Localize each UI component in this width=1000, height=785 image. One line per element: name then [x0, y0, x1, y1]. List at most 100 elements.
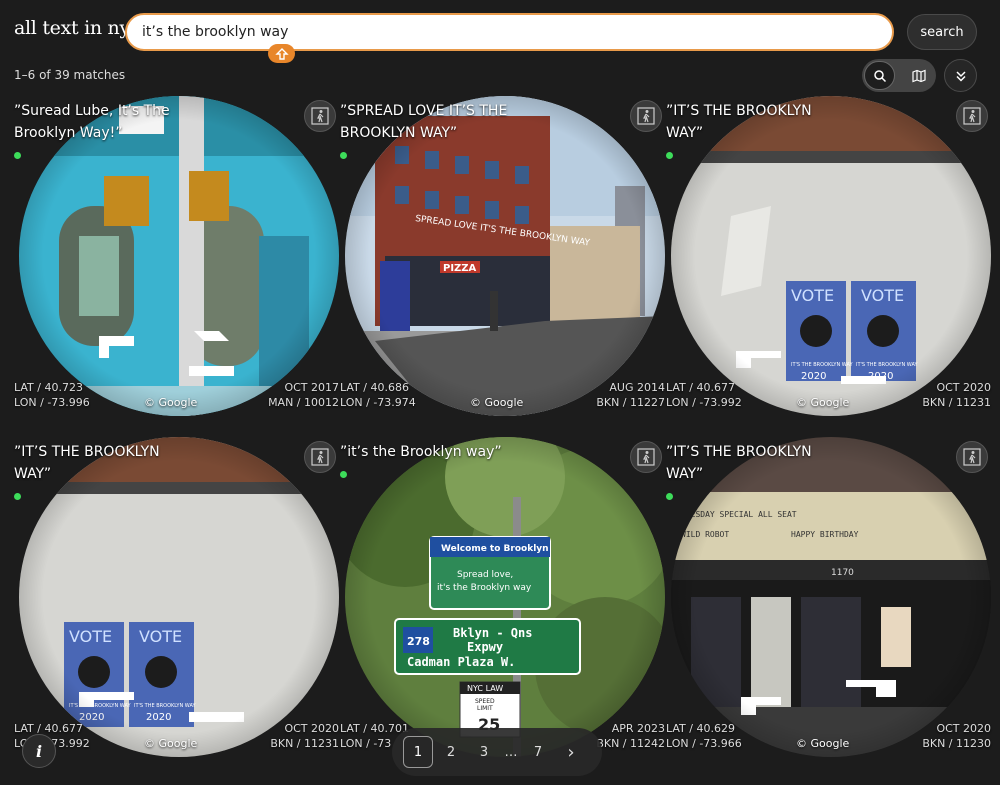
borough-zip: BKN / 11231	[922, 396, 991, 409]
highway-sign-line: Expwy	[467, 640, 503, 654]
marquee-line: TUESDAY SPECIAL ALL SEAT	[681, 510, 797, 519]
pizza-sign: PIZZA	[443, 263, 477, 274]
streetview-image[interactable]: SPREAD LOVE IT'S THE BROOKLYN WAY PIZZA	[345, 96, 665, 416]
next-page-button[interactable]: ›	[556, 736, 586, 768]
longitude: LON / -73.966	[666, 737, 742, 750]
capture-date: OCT 2017	[284, 381, 339, 394]
pedestrian-icon[interactable]	[630, 441, 662, 473]
route-shield: 278	[407, 635, 430, 648]
result-card[interactable]: VOTE VOTE IT'S THE BROOKLYN WAY IT'S THE…	[666, 96, 991, 426]
info-button[interactable]: i	[22, 734, 56, 768]
capture-info: APR 2023 BKN / 11242	[596, 721, 665, 751]
search-button[interactable]: search	[907, 14, 977, 50]
welcome-sign: Welcome to Brooklyn	[441, 544, 549, 554]
pedestrian-icon[interactable]	[956, 100, 988, 132]
upload-icon[interactable]	[268, 44, 295, 63]
result-card[interactable]: SPREAD LOVE IT'S THE BROOKLYN WAY PIZZA …	[340, 96, 665, 426]
coordinates: LAT / 40.677 LON / -73.992	[666, 380, 742, 410]
image-credit: © Google	[470, 396, 524, 409]
match-quote: ”SPREAD LOVE IT’S THE BROOKLYN WAY”	[340, 103, 508, 141]
status-dot	[14, 493, 21, 500]
poster-caption: IT'S THE BROOKLYN WAY	[856, 362, 918, 368]
app-title[interactable]: all text in nyc	[14, 17, 141, 39]
page-3-button[interactable]: 3	[469, 736, 499, 768]
pedestrian-icon[interactable]	[630, 100, 662, 132]
result-card[interactable]: Welcome to Brooklyn Spread love, it's th…	[340, 437, 665, 767]
poster-year: 2020	[146, 712, 171, 723]
poster-vote: VOTE	[69, 627, 112, 646]
capture-info: AUG 2014 BKN / 11227	[596, 380, 665, 410]
capture-info: OCT 2020 BKN / 11231	[922, 380, 991, 410]
view-toggle[interactable]	[862, 59, 936, 92]
map-view-icon[interactable]	[903, 61, 934, 90]
image-credit: © Google	[796, 396, 850, 409]
status-dot	[340, 471, 347, 478]
image-credit: © Google	[144, 396, 198, 409]
longitude: LON / -73.996	[14, 396, 90, 409]
grid-view-search-icon[interactable]	[864, 61, 895, 90]
longitude: LON / -73.992	[666, 396, 742, 409]
capture-date: OCT 2020	[284, 722, 339, 735]
capture-info: OCT 2017 MAN / 10012	[268, 380, 339, 410]
welcome-sign-line: it's the Brooklyn way	[437, 583, 532, 593]
image-credit: © Google	[796, 737, 850, 750]
result-card[interactable]: TUESDAY SPECIAL ALL SEAT WILD ROBOT HAPP…	[666, 437, 991, 767]
latitude: LAT / 40.686	[340, 381, 409, 394]
pagination: 1 2 3 … 7 ›	[392, 728, 602, 776]
borough-zip: BKN / 11227	[596, 396, 665, 409]
status-dot	[340, 152, 347, 159]
capture-info: OCT 2020 BKN / 11230	[922, 721, 991, 751]
streetview-image[interactable]: TUESDAY SPECIAL ALL SEAT WILD ROBOT HAPP…	[671, 437, 991, 757]
latitude: LAT / 40.629	[666, 722, 735, 735]
result-card[interactable]: ”Suread Lube, It’s The Brooklyn Way!” LA…	[14, 96, 339, 426]
match-quote: ”Suread Lube, It’s The Brooklyn Way!”	[14, 103, 170, 141]
streetview-image[interactable]	[19, 96, 339, 416]
page-1-button[interactable]: 1	[403, 736, 433, 768]
highway-sign-line: Bklyn - Qns	[453, 626, 532, 640]
capture-date: OCT 2020	[936, 381, 991, 394]
borough-zip: BKN / 11242	[596, 737, 665, 750]
nyc-law-sign: NYC LAW	[467, 684, 503, 693]
capture-date: APR 2023	[611, 722, 665, 735]
poster-caption: IT'S THE BROOKLYN WAY	[791, 362, 853, 368]
status-dot	[666, 152, 673, 159]
borough-zip: BKN / 11230	[922, 737, 991, 750]
match-quote: ”IT’S THE BROOKLYN WAY”	[666, 103, 812, 141]
latitude: LAT / 40.677	[666, 381, 735, 394]
result-card[interactable]: VOTE VOTE IT'S THE BROOKLYN WAY IT'S THE…	[14, 437, 339, 767]
poster-vote: VOTE	[139, 627, 182, 646]
poster-year: 2020	[801, 371, 826, 382]
result-count: 1–6 of 39 matches	[14, 68, 126, 82]
streetview-image[interactable]: VOTE VOTE IT'S THE BROOKLYN WAY IT'S THE…	[19, 437, 339, 757]
pedestrian-icon[interactable]	[304, 100, 336, 132]
pedestrian-icon[interactable]	[304, 441, 336, 473]
capture-date: OCT 2020	[936, 722, 991, 735]
borough-zip: MAN / 10012	[268, 396, 339, 409]
streetview-image[interactable]: VOTE VOTE IT'S THE BROOKLYN WAY IT'S THE…	[671, 96, 991, 416]
match-quote: ”it’s the Brooklyn way”	[340, 444, 502, 460]
coordinates: LAT / 40.723 LON / -73.996	[14, 380, 90, 410]
capture-info: OCT 2020 BKN / 11231	[270, 721, 339, 751]
page-7-button[interactable]: 7	[523, 736, 553, 768]
coordinates: LAT / 40.629 LON / -73.966	[666, 721, 742, 751]
speed-label: SPEED	[475, 698, 495, 705]
match-quote: ”IT’S THE BROOKLYN WAY”	[666, 444, 812, 482]
page-2-button[interactable]: 2	[436, 736, 466, 768]
welcome-sign-line: Spread love,	[457, 570, 513, 580]
poster-caption: IT'S THE BROOKLYN WAY	[69, 703, 131, 709]
latitude: LAT / 40.723	[14, 381, 83, 394]
limit-label: LIMIT	[477, 705, 493, 712]
pedestrian-icon[interactable]	[956, 441, 988, 473]
collapse-chevron-icon[interactable]	[944, 59, 977, 92]
latitude: LAT / 40.677	[14, 722, 83, 735]
building-number: 1170	[831, 568, 854, 578]
status-dot	[666, 493, 673, 500]
search-field[interactable]	[125, 13, 894, 51]
image-credit: © Google	[144, 737, 198, 750]
marquee-line: WILD ROBOT	[681, 530, 729, 539]
poster-vote: VOTE	[861, 286, 904, 305]
search-input[interactable]	[127, 15, 892, 49]
streetview-image[interactable]: Welcome to Brooklyn Spread love, it's th…	[345, 437, 665, 757]
capture-date: AUG 2014	[609, 381, 665, 394]
status-dot	[14, 152, 21, 159]
